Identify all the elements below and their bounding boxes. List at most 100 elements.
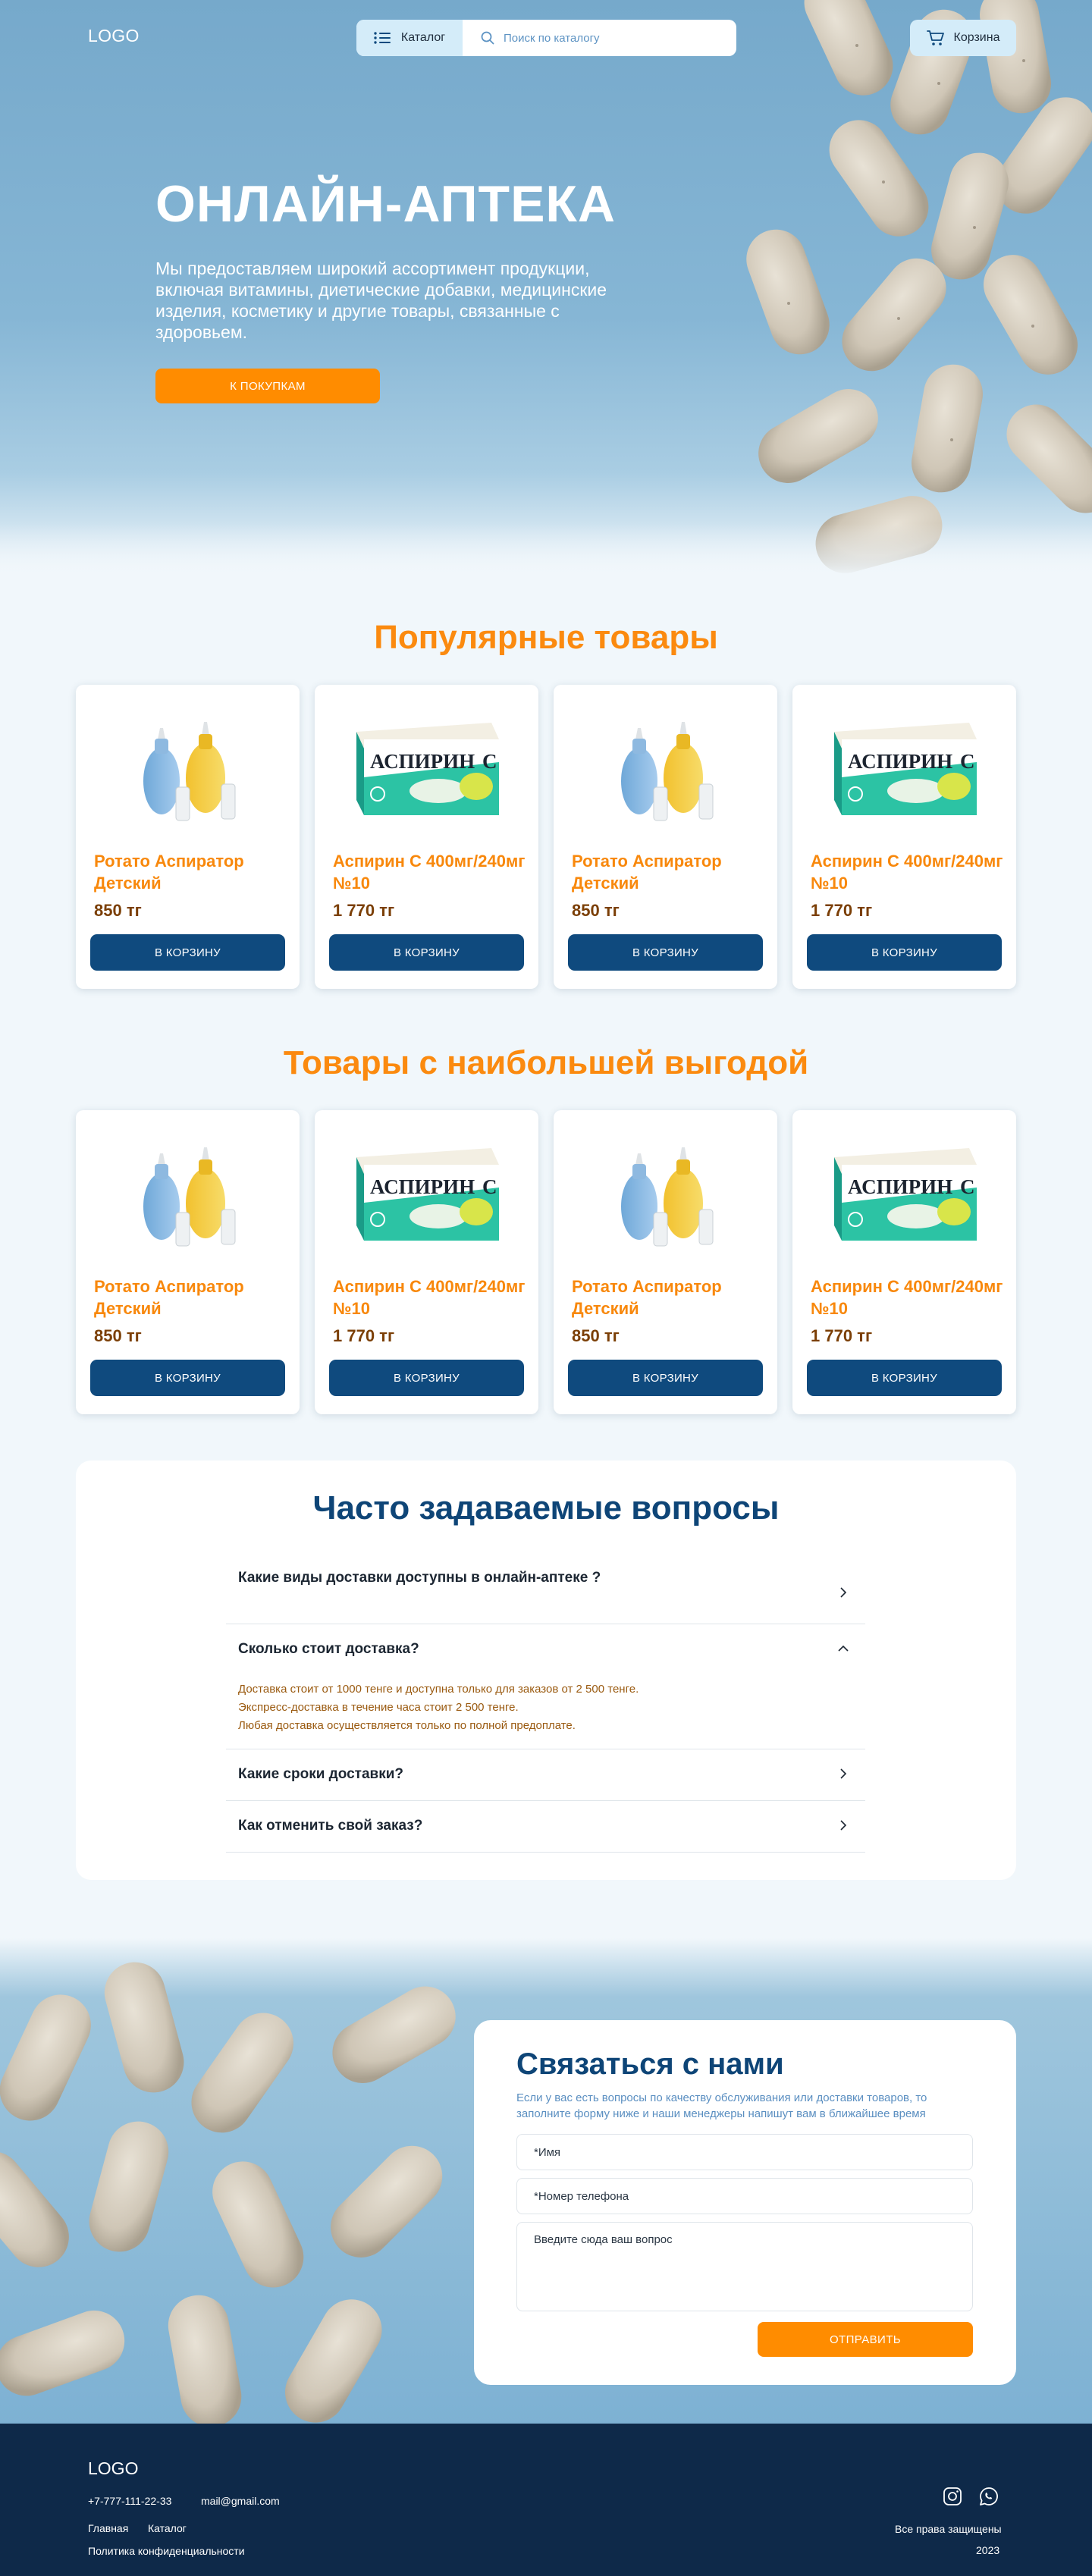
product-name[interactable]: Ротато Аспиратор Детский — [572, 850, 769, 894]
chevron-up-icon[interactable] — [837, 1643, 849, 1655]
footer-year: 2023 — [976, 2544, 1000, 2556]
hero-fade — [0, 523, 1092, 576]
aspirin-box-image: АСПИРИН С — [356, 1147, 499, 1241]
contact-subtitle: Если у вас есть вопросы по качеству обсл… — [516, 2091, 927, 2120]
add-to-cart-button[interactable]: В КОРЗИНУ — [90, 934, 285, 971]
chevron-right-icon[interactable] — [837, 1586, 849, 1599]
product-name[interactable]: Аспирин С 400мг/240мг №10 — [333, 1275, 530, 1319]
product-name[interactable]: Ротато Аспиратор Детский — [572, 1275, 769, 1319]
product-name[interactable]: Ротато Аспиратор Детский — [94, 1275, 291, 1319]
instagram-icon[interactable] — [942, 2486, 963, 2507]
catalog-label: Каталог — [400, 31, 446, 44]
faq-title: Часто задаваемые вопросы — [312, 1489, 780, 1526]
pills-background-image — [0, 1962, 456, 2427]
aspirator-product-image — [620, 1147, 713, 1246]
aspirin-box-brand: АСПИРИН — [848, 1175, 952, 1198]
add-to-cart-button[interactable]: В КОРЗИНУ — [329, 934, 524, 971]
menu-list-icon — [374, 32, 391, 44]
product-card[interactable]: Ротато Аспиратор Детский 850 тг В КОРЗИНУ — [76, 685, 300, 989]
add-to-cart-button[interactable]: В КОРЗИНУ — [90, 1360, 285, 1396]
product-card[interactable]: Ротато Аспиратор Детский 850 тг В КОРЗИНУ — [554, 1110, 777, 1414]
product-card[interactable]: Ротато Аспиратор Детский 850 тг В КОРЗИНУ — [76, 1110, 300, 1414]
product-card[interactable]: АСПИРИН С Аспирин С 400мг/240мг №10 1 770 т… — [315, 1110, 538, 1414]
add-to-cart-button[interactable]: В КОРЗИНУ — [568, 934, 763, 971]
popular-section-title: Популярные товары — [374, 619, 718, 656]
faq-answer-line: Экспресс-доставка в течение часа стоит 2… — [238, 1701, 519, 1714]
product-image[interactable] — [554, 695, 777, 836]
aspirin-box-brand: АСПИРИН — [370, 1175, 475, 1198]
product-card[interactable]: АСПИРИН С Аспирин С 400мг/240мг №10 1 770 т… — [792, 685, 1016, 989]
product-price: 850 тг — [94, 901, 142, 920]
aspirin-box-brand: АСПИРИН — [848, 750, 952, 773]
footer: LOGO +7-777-111-22-33 mail@gmail.com Гла… — [0, 2424, 1092, 2576]
product-image[interactable]: АСПИРИН С — [792, 1121, 1016, 1261]
hero-text: Мы предоставляем широкий ассортимент про… — [155, 259, 607, 342]
whatsapp-icon[interactable] — [978, 2486, 999, 2507]
page: LOGO Каталог Корзина ОНЛАЙН-АПТЕКА Мы пр… — [0, 0, 1092, 2576]
add-to-cart-button[interactable]: В КОРЗИНУ — [568, 1360, 763, 1396]
faq-question: Какие виды доставки доступны в онлайн-ап… — [238, 1570, 601, 1586]
chevron-right-icon[interactable] — [837, 1768, 849, 1780]
footer-email[interactable]: mail@gmail.com — [201, 2495, 280, 2507]
faq-question: Как отменить свой заказ? — [238, 1818, 423, 1834]
footer-phone[interactable]: +7-777-111-22-33 — [88, 2495, 171, 2507]
to-shopping-button[interactable]: К ПОКУПКАМ — [155, 369, 380, 403]
add-to-cart-button[interactable]: В КОРЗИНУ — [807, 1360, 1002, 1396]
add-to-cart-button[interactable]: В КОРЗИНУ — [807, 934, 1002, 971]
search-box — [463, 20, 736, 56]
product-price: 1 770 тг — [811, 1326, 873, 1345]
product-price: 850 тг — [572, 1326, 620, 1345]
product-card[interactable]: АСПИРИН С Аспирин С 400мг/240мг №10 1 770 т… — [792, 1110, 1016, 1414]
product-name[interactable]: Аспирин С 400мг/240мг №10 — [333, 850, 530, 894]
product-image[interactable]: АСПИРИН С — [315, 1121, 538, 1261]
faq-item[interactable]: Какие сроки доставки? — [226, 1749, 865, 1801]
question-field[interactable] — [516, 2222, 973, 2311]
catalog-button[interactable]: Каталог — [356, 20, 463, 56]
header-logo[interactable]: LOGO — [88, 26, 140, 46]
product-card[interactable]: АСПИРИН С Аспирин С 400мг/240мг №10 1 770 т… — [315, 685, 538, 989]
product-price: 1 770 тг — [811, 901, 873, 920]
hero-title: ОНЛАЙН-АПТЕКА — [155, 175, 617, 233]
aspirin-box-image: АСПИРИН С — [833, 1147, 977, 1241]
faq-item[interactable]: Как отменить свой заказ? — [226, 1801, 865, 1853]
contact-title: Связаться с нами — [516, 2047, 784, 2081]
product-card[interactable]: Ротато Аспиратор Детский 850 тг В КОРЗИНУ — [554, 685, 777, 989]
search-input[interactable] — [504, 31, 731, 45]
faq-question: Какие сроки доставки? — [238, 1766, 404, 1782]
cart-button[interactable]: Корзина — [910, 20, 1016, 56]
footer-logo[interactable]: LOGO — [88, 2458, 138, 2479]
product-image[interactable] — [76, 695, 300, 836]
chevron-right-icon[interactable] — [837, 1819, 849, 1831]
best-deals-products-list: Ротато Аспиратор Детский 850 тг В КОРЗИНУ А… — [76, 1110, 1016, 1414]
aspirator-product-image — [143, 1147, 235, 1246]
submit-button[interactable]: ОТПРАВИТЬ — [758, 2322, 973, 2357]
aspirin-box-suffix: С — [960, 750, 975, 773]
faq-answer: Доставка стоит от 1000 тенге и доступна … — [238, 1680, 639, 1735]
cart-icon — [926, 30, 944, 45]
faq-item-open[interactable]: Сколько стоит доставка? Доставка стоит о… — [226, 1624, 865, 1749]
footer-link-home[interactable]: Главная — [88, 2522, 128, 2534]
aspirator-product-image — [620, 721, 713, 820]
aspirin-box-suffix: С — [482, 750, 497, 773]
product-image[interactable]: АСПИРИН С — [792, 695, 1016, 836]
product-name[interactable]: Ротато Аспиратор Детский — [94, 850, 291, 894]
product-image[interactable] — [76, 1121, 300, 1261]
aspirin-box-brand: АСПИРИН — [370, 750, 475, 773]
product-image[interactable] — [554, 1121, 777, 1261]
footer-privacy-link[interactable]: Политика конфиденциальности — [88, 2545, 245, 2557]
product-price: 1 770 тг — [333, 901, 395, 920]
product-name[interactable]: Аспирин С 400мг/240мг №10 — [811, 1275, 1008, 1319]
phone-field[interactable] — [516, 2178, 973, 2214]
product-price: 1 770 тг — [333, 1326, 395, 1345]
aspirator-product-image — [143, 721, 235, 820]
product-price: 850 тг — [572, 901, 620, 920]
aspirin-box-image: АСПИРИН С — [833, 722, 977, 815]
product-image[interactable]: АСПИРИН С — [315, 695, 538, 836]
faq-item[interactable]: Какие виды доставки доступны в онлайн-ап… — [226, 1559, 865, 1624]
faq-question: Сколько стоит доставка? — [238, 1641, 419, 1657]
footer-link-catalog[interactable]: Каталог — [148, 2522, 187, 2534]
name-field[interactable] — [516, 2134, 973, 2170]
product-name[interactable]: Аспирин С 400мг/240мг №10 — [811, 850, 1008, 894]
add-to-cart-button[interactable]: В КОРЗИНУ — [329, 1360, 524, 1396]
best-deals-section-title: Товары с наибольшей выгодой — [283, 1044, 809, 1081]
